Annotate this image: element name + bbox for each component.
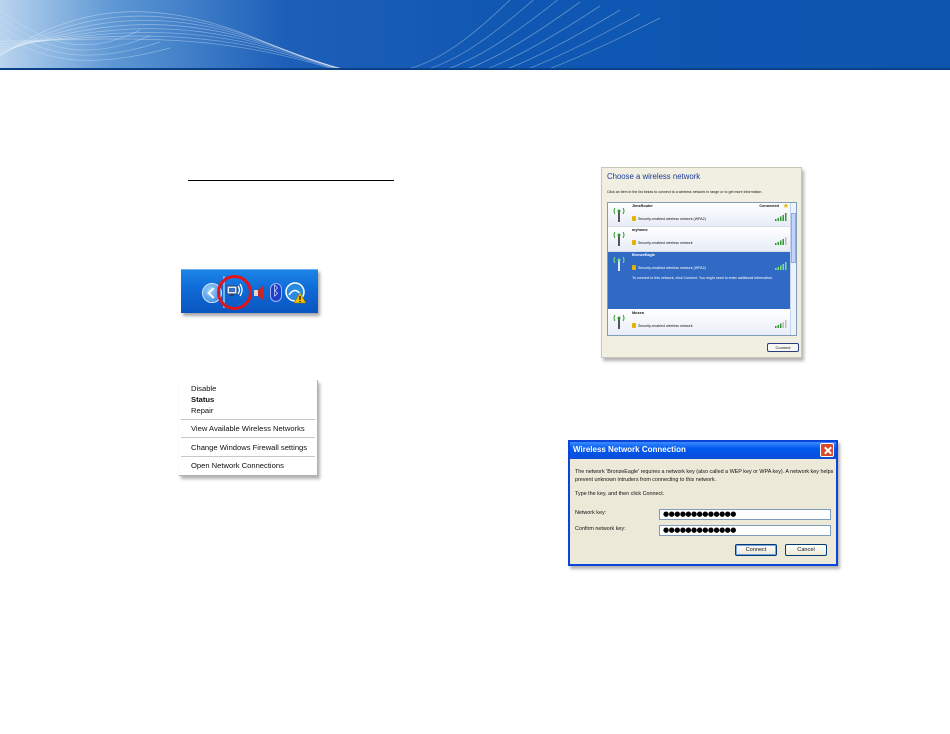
- network-security: Security-enabled wireless network: [638, 241, 693, 245]
- signal-strength-icon: [775, 320, 787, 328]
- network-name: myhome: [632, 228, 648, 232]
- header-banner: [0, 0, 950, 70]
- panel-title: Choose a wireless network: [607, 172, 701, 181]
- network-name: JimsRouter: [632, 204, 653, 208]
- signal-strength-icon: [775, 237, 787, 245]
- confirm-key-label: Confirm network key:: [575, 526, 626, 532]
- menu-separator: [181, 419, 315, 420]
- dialog-message: The network 'BronzeEagle' requires a net…: [575, 469, 834, 483]
- scrollbar-thumb[interactable]: [791, 213, 796, 263]
- connect-button[interactable]: Connect: [735, 544, 777, 556]
- network-connect-hint: To connect to this network, click Connec…: [632, 276, 774, 280]
- network-item-myhome[interactable]: myhome Security-enabled wireless network: [608, 227, 791, 251]
- signal-strength-icon: [775, 262, 787, 270]
- wireless-context-menu: Disable Status Repair View Available Wir…: [179, 380, 318, 476]
- heading-underline: [188, 180, 394, 181]
- network-list: JimsRouter Security-enabled wireless net…: [607, 202, 797, 336]
- lock-icon: [632, 216, 636, 221]
- network-item-jimsrouter[interactable]: JimsRouter Security-enabled wireless net…: [608, 203, 791, 226]
- speaker-icon[interactable]: [254, 285, 266, 301]
- list-scrollbar[interactable]: [790, 203, 796, 335]
- network-item-moxen[interactable]: Moxen Security-enabled wireless network: [608, 310, 791, 335]
- dialog-titlebar[interactable]: Wireless Network Connection: [570, 442, 836, 459]
- network-key-input[interactable]: ●●●●●●●●●●●●●: [659, 509, 831, 520]
- panel-description: Click an item in the list below to conne…: [607, 190, 763, 194]
- network-name: BronzeEagle: [632, 253, 655, 257]
- menu-separator: [181, 456, 315, 457]
- menu-item-change-firewall-settings[interactable]: Change Windows Firewall settings: [191, 443, 307, 453]
- close-icon[interactable]: [820, 443, 834, 457]
- dialog-title: Wireless Network Connection: [573, 445, 686, 454]
- choose-wireless-network-panel: Choose a wireless network Click an item …: [601, 167, 802, 358]
- lock-icon: [632, 323, 636, 328]
- antenna-icon: [613, 231, 625, 246]
- cancel-button[interactable]: Cancel: [785, 544, 827, 556]
- lock-icon: [632, 240, 636, 245]
- menu-item-status[interactable]: Status: [191, 395, 214, 405]
- network-security: Security-enabled wireless network: [638, 324, 693, 328]
- system-tray: [181, 269, 318, 313]
- banner-bottom-rule: [0, 68, 950, 70]
- highlight-circle: [217, 275, 252, 310]
- lock-icon: [632, 265, 636, 270]
- signal-strength-icon: [775, 213, 787, 221]
- star-icon: ★: [782, 202, 789, 210]
- network-item-bronzeeagle[interactable]: BronzeEagle Security-enabled wireless ne…: [608, 252, 791, 309]
- network-key-label: Network key:: [575, 510, 607, 516]
- antenna-icon: [613, 256, 625, 271]
- confirm-key-input[interactable]: ●●●●●●●●●●●●●: [659, 525, 831, 536]
- menu-item-repair[interactable]: Repair: [191, 406, 213, 416]
- antenna-icon: [613, 207, 625, 222]
- antenna-icon: [613, 314, 625, 329]
- connect-button[interactable]: Connect: [767, 343, 799, 352]
- network-security: Security-enabled wireless network (WPA2): [638, 266, 706, 270]
- bluetooth-icon[interactable]: [270, 283, 282, 302]
- menu-item-view-available-networks[interactable]: View Available Wireless Networks: [191, 424, 305, 434]
- network-name: Moxen: [632, 311, 645, 315]
- dialog-hint: Type the key, and then click Connect.: [575, 491, 665, 497]
- security-alert-icon[interactable]: [285, 282, 307, 304]
- network-security: Security-enabled wireless network (WPA2): [638, 217, 706, 221]
- connected-status: Connected: [759, 204, 779, 208]
- menu-item-open-network-connections[interactable]: Open Network Connections: [191, 461, 284, 471]
- wireless-network-connection-dialog: Wireless Network Connection The network …: [568, 440, 838, 566]
- menu-separator: [181, 437, 315, 438]
- banner-wave-graphic: [0, 0, 661, 70]
- menu-item-disable[interactable]: Disable: [191, 384, 216, 394]
